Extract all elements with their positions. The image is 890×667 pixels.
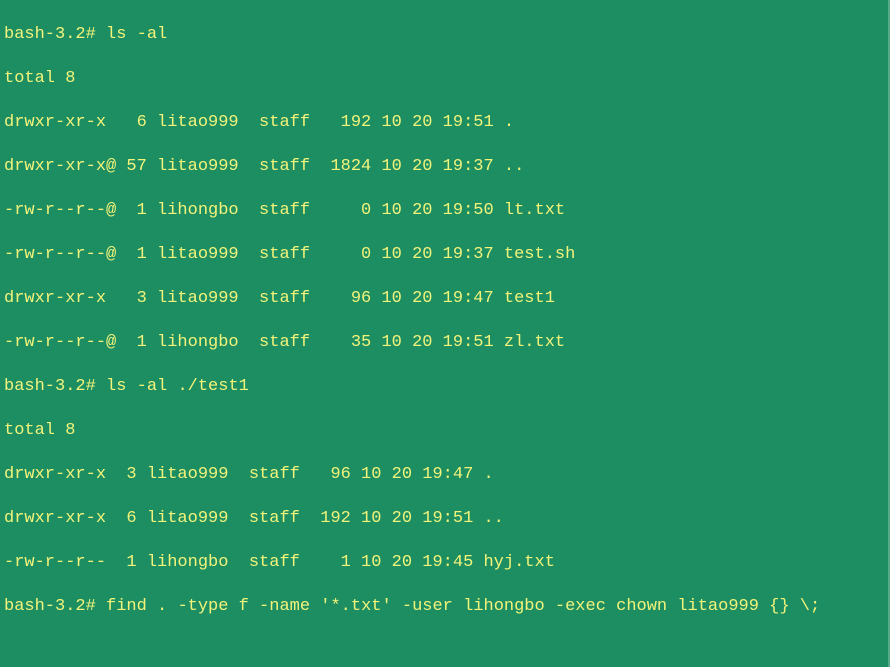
- output-row: drwxr-xr-x 6 litao999 staff 192 10 20 19…: [4, 112, 886, 134]
- output-row: -rw-r--r-- 1 lihongbo staff 1 10 20 19:4…: [4, 552, 886, 574]
- output-row: drwxr-xr-x 6 litao999 staff 192 10 20 19…: [4, 508, 886, 530]
- output-row: -rw-r--r--@ 1 litao999 staff 0 10 20 19:…: [4, 244, 886, 266]
- output-total: total 8: [4, 68, 886, 90]
- prompt-line: bash-3.2# find . -type f -name '*.txt' -…: [4, 596, 886, 618]
- shell-prompt: bash-3.2#: [4, 597, 106, 616]
- output-row: drwxr-xr-x 3 litao999 staff 96 10 20 19:…: [4, 464, 886, 486]
- shell-prompt: bash-3.2#: [4, 25, 106, 44]
- output-row: drwxr-xr-x 3 litao999 staff 96 10 20 19:…: [4, 288, 886, 310]
- output-row: -rw-r--r--@ 1 lihongbo staff 0 10 20 19:…: [4, 200, 886, 222]
- shell-prompt: bash-3.2#: [4, 377, 106, 396]
- command-text: ls -al: [106, 25, 167, 44]
- prompt-line: bash-3.2# ls -al ./test1: [4, 376, 886, 398]
- prompt-line: bash-3.2# ls -al: [4, 24, 886, 46]
- blank-line: [4, 640, 886, 662]
- command-text: find . -type f -name '*.txt' -user lihon…: [106, 597, 820, 616]
- output-total: total 8: [4, 420, 886, 442]
- output-row: drwxr-xr-x@ 57 litao999 staff 1824 10 20…: [4, 156, 886, 178]
- terminal-window[interactable]: bash-3.2# ls -al total 8 drwxr-xr-x 6 li…: [0, 0, 890, 667]
- command-text: ls -al ./test1: [106, 377, 249, 396]
- output-row: -rw-r--r--@ 1 lihongbo staff 35 10 20 19…: [4, 332, 886, 354]
